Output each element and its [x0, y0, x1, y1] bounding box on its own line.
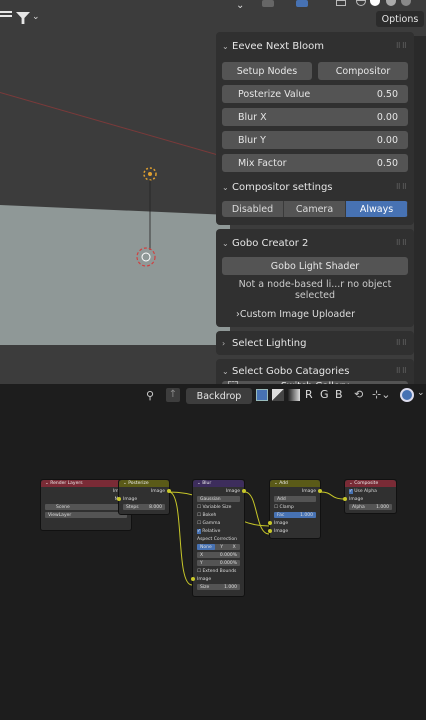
image-input-2: Image [268, 527, 320, 535]
bokeh-checkbox[interactable]: ☐ Bokeh [193, 511, 244, 519]
add-node[interactable]: ⌄ Add Image Add ☐ Clamp Fac 1.000 Image I… [268, 479, 322, 539]
aspect-selector[interactable]: None Y X [193, 543, 244, 551]
image-input: Image [343, 495, 396, 503]
image-input: Image [191, 575, 244, 583]
fac-field[interactable]: Fac 1.000 [270, 511, 320, 519]
size-field[interactable]: Size 1.000 [193, 583, 244, 591]
clamp-checkbox[interactable]: ☐ Clamp [270, 503, 320, 511]
alpha-field[interactable]: Alpha 1.000 [345, 503, 396, 511]
variable-size-checkbox[interactable]: ☐ Variable Size [193, 503, 244, 511]
blend-mode-dropdown[interactable]: Add [270, 495, 320, 503]
image-output: Image [193, 487, 246, 495]
image-input: Image [117, 495, 169, 503]
use-alpha-checkbox[interactable]: ✓ Use Alpha [345, 487, 396, 495]
posterize-node[interactable]: ⌄ Posterize Image Image Steps 8.000 [117, 479, 171, 515]
node-links [116, 491, 345, 586]
node-title: ⌄ Composite [345, 480, 396, 487]
image-input-1: Image [268, 519, 320, 527]
composite-node[interactable]: ⌄ Composite ✓ Use Alpha Image Alpha 1.000 [343, 479, 397, 514]
image-output: Image [270, 487, 322, 495]
gamma-checkbox[interactable]: ☐ Gamma [193, 519, 244, 527]
node-title: ⌄ Add [270, 480, 320, 487]
aspect-correction-label: Aspect Correction [197, 536, 237, 542]
steps-field[interactable]: Steps 8.000 [119, 503, 169, 511]
x-field[interactable]: X 0.000% [193, 551, 244, 559]
node-title: ⌄ Posterize [119, 480, 169, 487]
blur-node[interactable]: ⌄ Blur Image Gaussian ☐ Variable Size ☐ … [191, 479, 246, 597]
relative-checkbox[interactable]: ✓ Relative [193, 527, 244, 535]
y-field[interactable]: Y 0.000% [193, 559, 244, 567]
filter-type-dropdown[interactable]: Gaussian [193, 495, 244, 503]
image-output: Image [119, 487, 171, 495]
extend-bounds-checkbox[interactable]: ☐ Extend Bounds [193, 567, 244, 575]
node-title: ⌄ Blur [193, 480, 244, 487]
